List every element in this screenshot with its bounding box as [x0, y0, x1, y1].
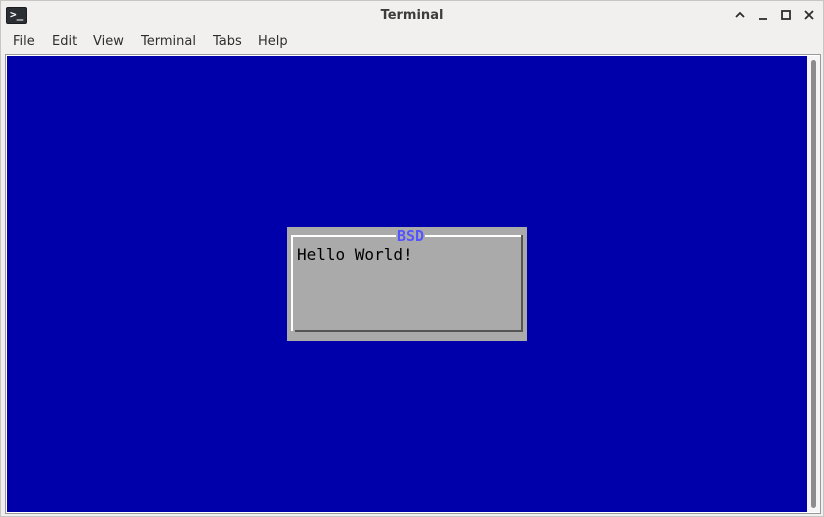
menu-tabs[interactable]: Tabs	[213, 31, 242, 54]
menu-terminal[interactable]: Terminal	[141, 31, 196, 54]
close-icon[interactable]	[799, 6, 819, 26]
window-title: Terminal	[380, 8, 444, 23]
maximize-up-icon[interactable]	[730, 6, 750, 26]
title-bar[interactable]: >_ Terminal	[1, 1, 823, 31]
restore-icon[interactable]	[776, 6, 796, 26]
terminal-window: >_ Terminal File Edit View Terminal Tabs…	[0, 0, 824, 517]
bsd-dialog: BSD Hello World!	[287, 227, 527, 341]
minimize-icon[interactable]	[753, 6, 773, 26]
menu-help[interactable]: Help	[258, 31, 288, 54]
menu-bar: File Edit View Terminal Tabs Help	[1, 31, 823, 54]
scrollbar-thumb[interactable]	[811, 60, 816, 508]
menu-edit[interactable]: Edit	[52, 31, 77, 54]
dialog-message: Hello World!	[297, 245, 413, 264]
menu-view[interactable]: View	[93, 31, 124, 54]
terminal-scrollbar[interactable]	[807, 56, 820, 512]
dialog-title: BSD	[396, 227, 426, 245]
menu-file[interactable]: File	[13, 31, 35, 54]
